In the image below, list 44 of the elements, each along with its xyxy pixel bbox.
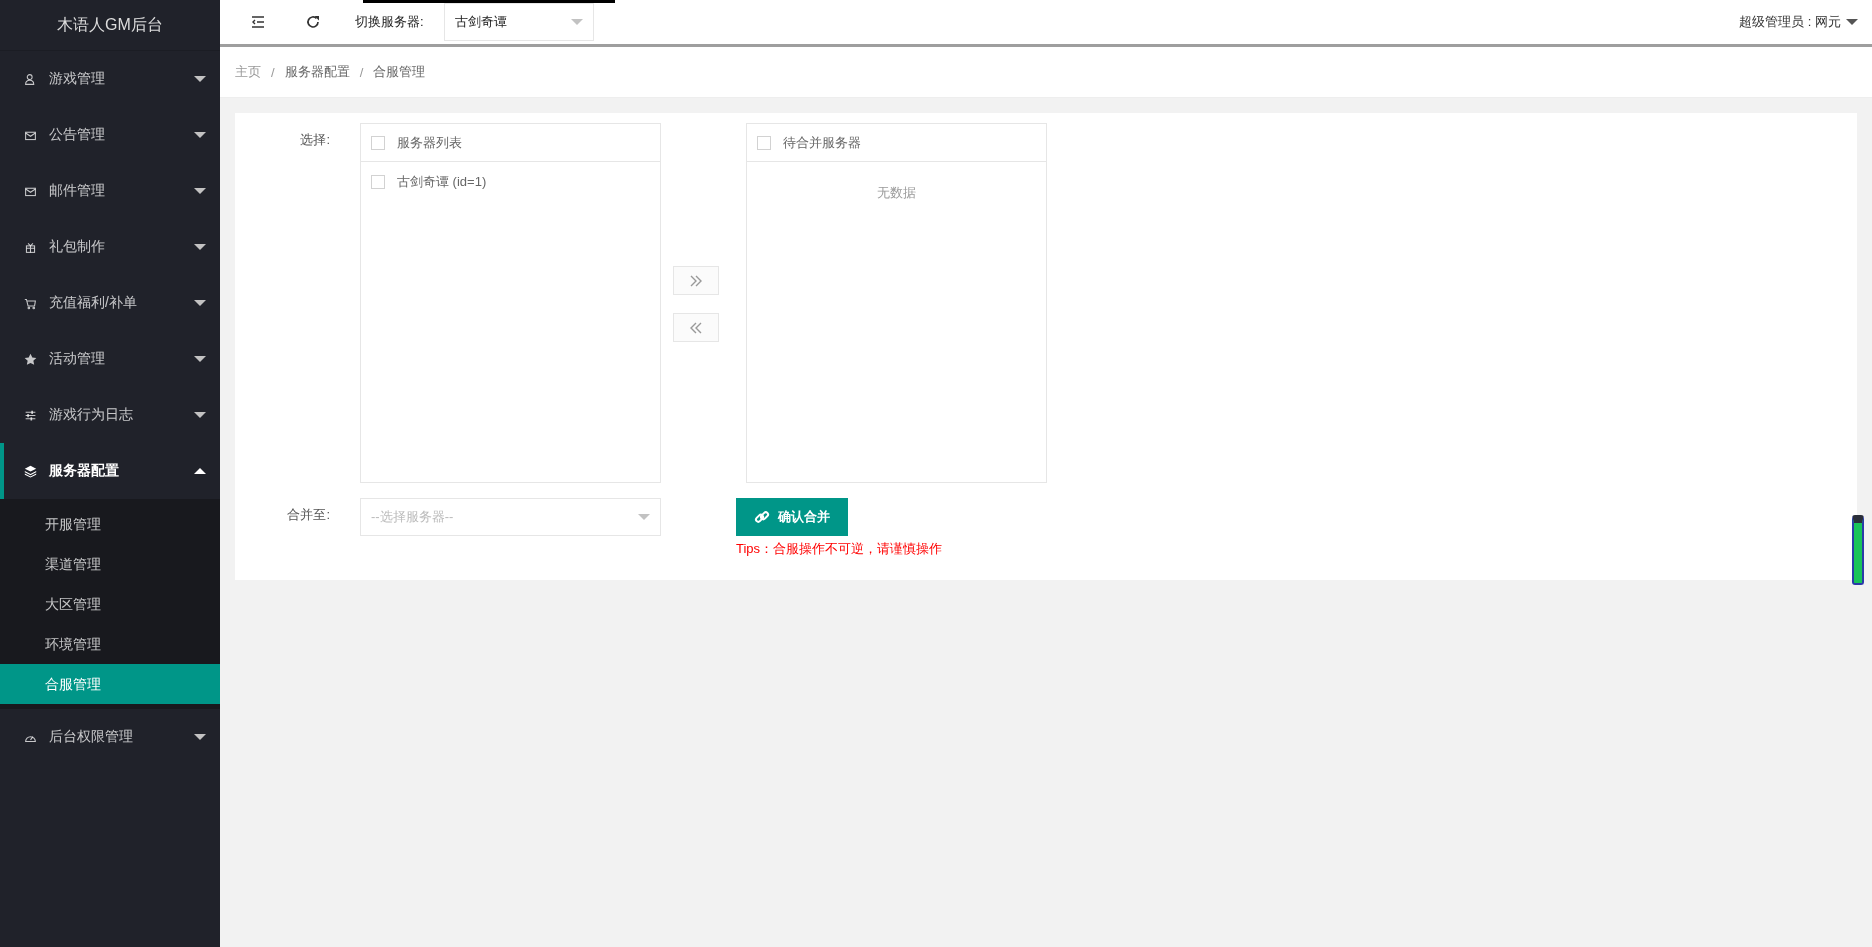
- list-item-label[interactable]: 古剑奇谭 (id=1): [397, 173, 487, 191]
- sidebar-menu-item[interactable]: 后台权限管理: [0, 709, 220, 765]
- empty-state-text: 无数据: [876, 184, 917, 202]
- sidebar-menu-item[interactable]: 公告管理: [0, 107, 220, 163]
- gift-icon: [24, 240, 37, 254]
- dropdown-caret-icon: [570, 19, 583, 25]
- layers-icon: [24, 464, 37, 478]
- link-icon: [754, 509, 770, 525]
- sidebar-submenu-item[interactable]: 环境管理: [0, 624, 220, 664]
- breadcrumb-link[interactable]: 合服管理: [373, 63, 426, 81]
- dropdown-caret-icon: [1846, 19, 1858, 25]
- sidebar-menu-item[interactable]: 邮件管理: [0, 163, 220, 219]
- form-label: 合并至:: [286, 506, 331, 524]
- sidebar-menu-item[interactable]: 活动管理: [0, 331, 220, 387]
- checkbox[interactable]: [757, 135, 771, 150]
- star-icon: [24, 352, 37, 366]
- cart-icon: [24, 296, 37, 310]
- user-icon: [24, 72, 37, 86]
- warning-tip-text: Tips：合服操作不可逆，请谨慎操作: [736, 540, 943, 558]
- refresh-icon[interactable]: [305, 14, 321, 30]
- checkbox[interactable]: [371, 175, 385, 189]
- sidebar-menu-item[interactable]: 游戏管理: [0, 51, 220, 107]
- sliders-icon: [24, 408, 37, 422]
- sidebar-submenu-item[interactable]: 开服管理: [0, 504, 220, 544]
- list-title: 服务器列表: [397, 133, 462, 152]
- sidebar-submenu-item[interactable]: 合服管理: [0, 664, 220, 704]
- breadcrumb-separator: /: [271, 64, 275, 80]
- form-label: 选择:: [299, 131, 331, 149]
- server-select[interactable]: 古剑奇谭: [443, 3, 594, 41]
- floating-widget[interactable]: [1852, 515, 1864, 585]
- confirm-merge-button[interactable]: 确认合并: [736, 498, 848, 536]
- breadcrumb-link[interactable]: 服务器配置: [284, 63, 350, 81]
- sidebar-menu-item[interactable]: 游戏行为日志: [0, 387, 220, 443]
- sidebar-menu-item[interactable]: 充值福利/补单: [0, 275, 220, 331]
- menu-collapse-icon[interactable]: [250, 14, 266, 30]
- sidebar-submenu-item[interactable]: 大区管理: [0, 584, 220, 624]
- checkbox[interactable]: [371, 135, 385, 150]
- sidebar-submenu-item[interactable]: 渠道管理: [0, 544, 220, 584]
- server-switch-label: 切换服务器:: [355, 13, 424, 31]
- list-title: 待合并服务器: [783, 133, 861, 152]
- dropdown-caret-icon: [638, 514, 650, 520]
- sidebar-menu-item[interactable]: 礼包制作: [0, 219, 220, 275]
- breadcrumb-separator: /: [359, 64, 364, 80]
- user-menu[interactable]: 超级管理员 : 网元: [1739, 13, 1858, 31]
